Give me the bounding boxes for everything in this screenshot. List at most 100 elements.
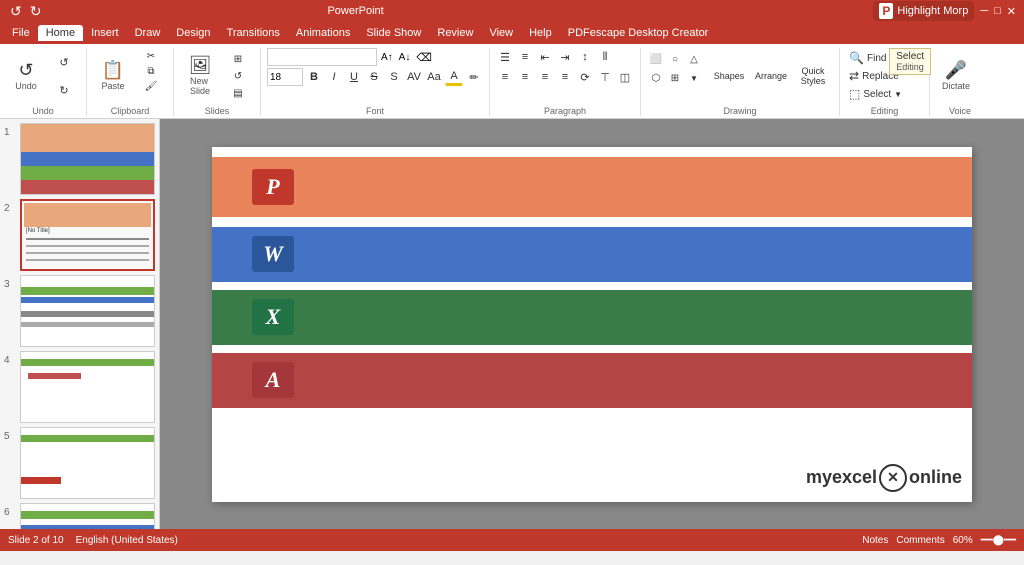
decrease-indent-btn[interactable]: ⇤ xyxy=(536,48,554,66)
ribbon-group-undo: ↺ Undo ↺ ↻ Undo xyxy=(0,48,87,116)
new-slide-btn[interactable]: 🖼 NewSlide xyxy=(180,50,220,102)
slide-img-6[interactable] xyxy=(20,503,155,529)
dictate-btn[interactable]: 🎤 Dictate xyxy=(936,48,976,104)
menu-home[interactable]: Home xyxy=(38,25,83,41)
menu-animations[interactable]: Animations xyxy=(288,25,358,41)
menu-review[interactable]: Review xyxy=(429,25,481,41)
powerpoint-icon-box: P xyxy=(252,169,294,205)
close-icon[interactable]: ✕ xyxy=(1007,5,1016,18)
align-right-btn[interactable]: ≡ xyxy=(536,68,554,86)
redo-small-icon: ↻ xyxy=(59,84,68,97)
slide-main[interactable]: P W X A mye xyxy=(212,147,972,502)
status-right: Notes Comments 60% ━━⬤━━ xyxy=(862,535,1016,546)
slide-img-1[interactable] xyxy=(20,123,155,195)
copy-btn[interactable]: ⧉ xyxy=(135,65,167,78)
s6-band1 xyxy=(21,511,154,519)
undo-small-icon: ↺ xyxy=(59,56,68,69)
font-size-input[interactable] xyxy=(267,68,303,86)
menu-slideshow[interactable]: Slide Show xyxy=(358,25,429,41)
menu-pdfescape[interactable]: PDFescape Desktop Creator xyxy=(560,25,717,41)
menu-view[interactable]: View xyxy=(481,25,521,41)
zoom-slider[interactable]: ━━⬤━━ xyxy=(981,535,1016,546)
arrange-btn[interactable]: Arrange xyxy=(751,50,791,102)
select-btn[interactable]: ⬚ Select ▼ xyxy=(846,86,905,102)
format-painter-btn[interactable]: 🖌 xyxy=(135,80,167,93)
quick-access-toolbar: ↺ ↻ PowerPoint P Highlight Morp ─ □ ✕ xyxy=(0,0,1024,22)
shape-2[interactable]: ○ xyxy=(666,50,684,68)
increase-indent-btn[interactable]: ⇥ xyxy=(556,48,574,66)
slide-thumb-1[interactable]: 1 xyxy=(4,123,155,195)
shapes-btn[interactable]: Shapes xyxy=(709,50,749,102)
slide-thumb-3[interactable]: 3 xyxy=(4,275,155,347)
cut-btn[interactable]: ✂ xyxy=(135,50,167,63)
columns-btn[interactable]: ⫴ xyxy=(596,48,614,66)
italic-btn[interactable]: I xyxy=(325,68,343,86)
redo-small-btn[interactable]: ↻ xyxy=(48,77,80,103)
undo-icon[interactable]: ↺ xyxy=(8,3,24,20)
s2-title: [No Title] xyxy=(26,228,50,234)
slide-img-2[interactable]: [No Title] xyxy=(20,199,155,271)
minimize-icon[interactable]: ─ xyxy=(980,5,988,17)
shape-3[interactable]: △ xyxy=(685,50,703,68)
slide-thumb-6[interactable]: 6 xyxy=(4,503,155,529)
s2-line1 xyxy=(26,238,149,240)
slide-img-4[interactable] xyxy=(20,351,155,423)
title-bar-text: PowerPoint xyxy=(327,5,383,17)
align-left-btn[interactable]: ≡ xyxy=(496,68,514,86)
clear-format-icon[interactable]: ⌫ xyxy=(414,51,434,64)
slide-img-3[interactable] xyxy=(20,275,155,347)
numbering-btn[interactable]: ≡ xyxy=(516,48,534,66)
line-spacing-btn[interactable]: ↕ xyxy=(576,48,594,66)
redo-icon[interactable]: ↻ xyxy=(28,3,44,20)
layout-btn[interactable]: ⊞ xyxy=(222,52,254,67)
menu-help[interactable]: Help xyxy=(521,25,560,41)
slide1-preview xyxy=(21,124,154,194)
justify-btn[interactable]: ≡ xyxy=(556,68,574,86)
reset-icon: ↺ xyxy=(234,71,242,82)
shadow-btn[interactable]: S xyxy=(385,68,403,86)
shapes-more-btn[interactable]: ▼ xyxy=(685,69,703,87)
align-text-btn[interactable]: ⊤ xyxy=(596,68,614,86)
shape-1[interactable]: ⬜ xyxy=(647,50,665,68)
reset-btn[interactable]: ↺ xyxy=(222,69,254,84)
quick-styles-btn[interactable]: QuickStyles xyxy=(793,50,833,102)
font-shrink-icon[interactable]: A↓ xyxy=(397,52,413,63)
text-direction-btn[interactable]: ⟳ xyxy=(576,68,594,86)
slide-img-5[interactable] xyxy=(20,427,155,499)
clipboard-group-label: Clipboard xyxy=(93,104,167,116)
menu-insert[interactable]: Insert xyxy=(83,25,127,41)
strikethrough-btn[interactable]: S xyxy=(365,68,383,86)
paste-btn[interactable]: 📋 Paste xyxy=(93,48,133,104)
menu-file[interactable]: File xyxy=(4,25,38,41)
find-icon: 🔍 xyxy=(849,51,864,65)
highlight-morph-btn[interactable]: P Highlight Morp xyxy=(873,1,974,21)
bullets-btn[interactable]: ☰ xyxy=(496,48,514,66)
smartart-btn[interactable]: ◫ xyxy=(616,68,634,86)
change-case-btn[interactable]: Aa xyxy=(425,68,443,86)
char-spacing-btn[interactable]: AV xyxy=(405,68,423,86)
slide-thumb-2[interactable]: 2 [No Title] xyxy=(4,199,155,271)
menu-draw[interactable]: Draw xyxy=(127,25,169,41)
slide-thumb-4[interactable]: 4 xyxy=(4,351,155,423)
highlight-btn[interactable]: ✏ xyxy=(465,68,483,86)
menu-transitions[interactable]: Transitions xyxy=(219,25,288,41)
status-left: Slide 2 of 10 English (United States) xyxy=(8,535,178,546)
notes-btn[interactable]: Notes xyxy=(862,535,888,546)
undo-btn[interactable]: ↺ Undo xyxy=(6,48,46,104)
font-grow-icon[interactable]: A↑ xyxy=(379,52,395,63)
slide-thumb-5[interactable]: 5 xyxy=(4,427,155,499)
shape-4[interactable]: ⬡ xyxy=(647,69,665,87)
undo-small-btn[interactable]: ↺ xyxy=(48,49,80,75)
maximize-icon[interactable]: □ xyxy=(994,5,1001,17)
comments-btn[interactable]: Comments xyxy=(896,535,944,546)
underline-btn[interactable]: U xyxy=(345,68,363,86)
select-icon: ⬚ xyxy=(849,87,860,101)
shape-5[interactable]: ⊞ xyxy=(666,69,684,87)
align-center-btn[interactable]: ≡ xyxy=(516,68,534,86)
menu-design[interactable]: Design xyxy=(168,25,218,41)
section-btn[interactable]: ▤ xyxy=(222,86,254,101)
bold-btn[interactable]: B xyxy=(305,68,323,86)
shapes-label: Shapes xyxy=(714,71,745,81)
font-name-input[interactable] xyxy=(267,48,377,66)
font-color-btn[interactable]: A xyxy=(445,68,463,86)
